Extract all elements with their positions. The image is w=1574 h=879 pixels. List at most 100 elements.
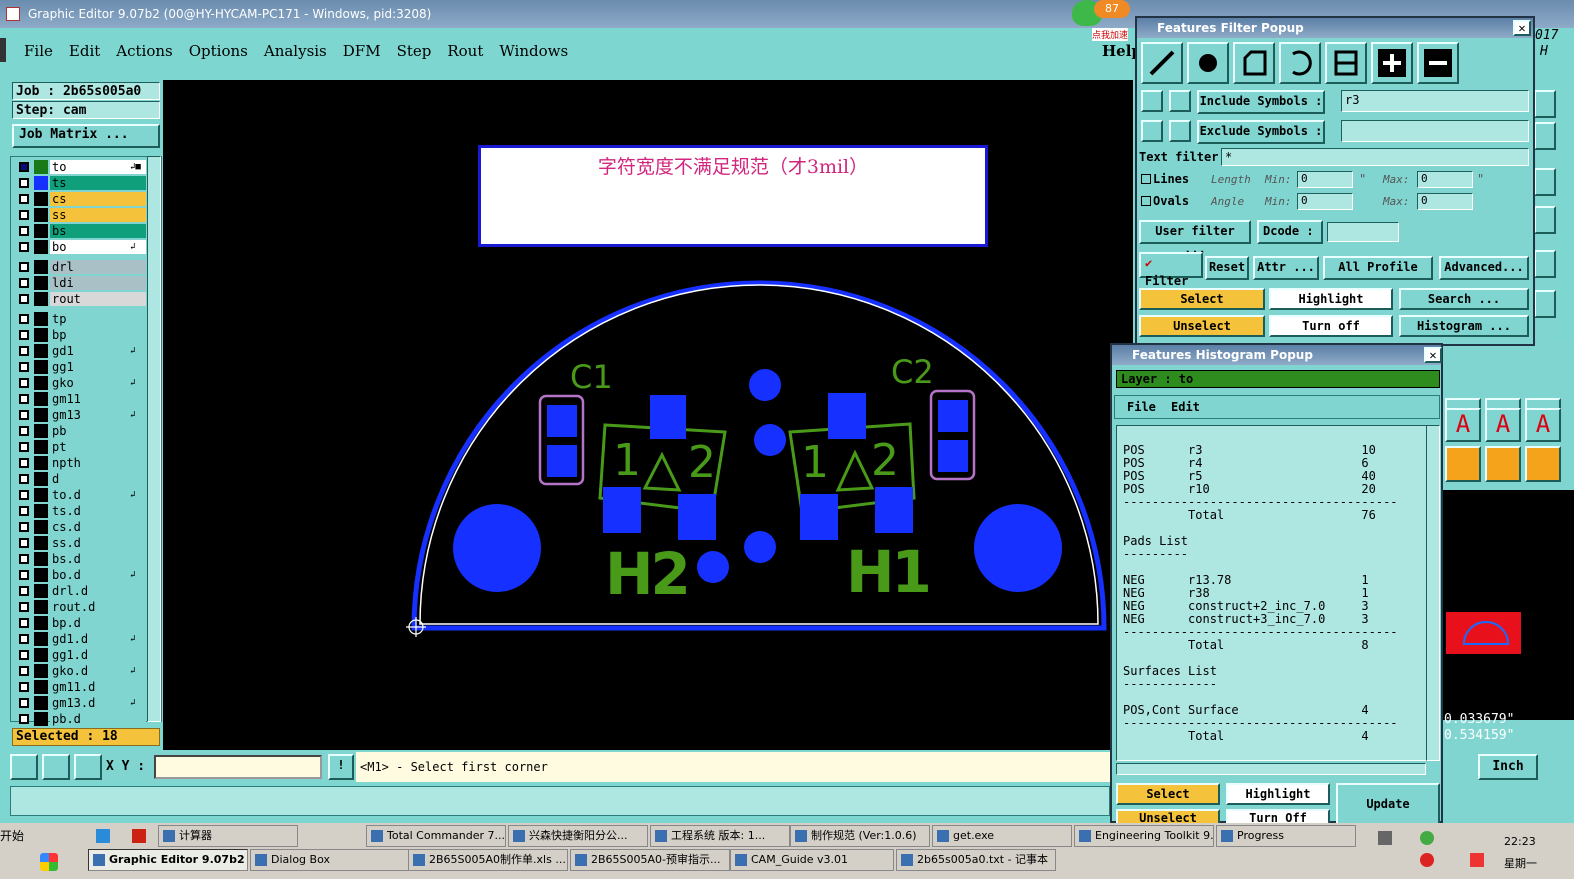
layer-row[interactable]: ss (14, 208, 164, 222)
advanced-button[interactable]: Advanced... (1439, 256, 1529, 280)
hist-highlight-button[interactable]: Highlight (1226, 783, 1330, 805)
text-a2-icon[interactable]: A (1485, 408, 1521, 442)
filter-highlight-button[interactable]: Highlight (1269, 288, 1393, 310)
menu-edit[interactable]: Edit (61, 28, 108, 74)
layer-row[interactable]: to.d ↲ (14, 488, 164, 502)
layer-row[interactable]: ss.d (14, 536, 164, 550)
layer-checkbox[interactable] (19, 650, 29, 660)
layer-row[interactable]: ldi (14, 276, 164, 290)
layer-row[interactable]: ts (14, 176, 164, 190)
layer-row[interactable]: pb (14, 424, 164, 438)
include-pick2-icon[interactable] (1169, 90, 1191, 112)
hist-close-button[interactable]: ✕ (1424, 347, 1442, 363)
pointer2-icon[interactable] (1485, 446, 1521, 482)
hist-menu-edit[interactable]: Edit (1171, 400, 1200, 414)
layer-row[interactable]: cs (14, 192, 164, 206)
layer-row[interactable]: gko.d ↲ (14, 664, 164, 678)
menu-rout[interactable]: Rout (439, 28, 491, 74)
layer-checkbox[interactable] (19, 362, 29, 372)
menu-analysis[interactable]: Analysis (256, 28, 335, 74)
taskbar-item[interactable]: CAM_Guide v3.01 (730, 849, 894, 871)
windows-logo-icon[interactable] (40, 853, 58, 871)
copy-icon[interactable] (1534, 122, 1556, 150)
menu-windows[interactable]: Windows (491, 28, 576, 74)
layer-checkbox[interactable] (19, 314, 29, 324)
layer-checkbox[interactable] (19, 602, 29, 612)
text-filter-input[interactable]: * (1221, 148, 1529, 166)
graphic-canvas[interactable]: 字符宽度不满足规范（才3mil） C1 C2 H2 H1 1 2 1 2 (163, 80, 1133, 750)
filter-close-button[interactable]: ✕ (1513, 20, 1531, 36)
taskbar-item[interactable]: 2B65S005A0-预审指示... (570, 849, 730, 871)
layer-checkbox[interactable] (19, 162, 29, 172)
start-button[interactable]: 开始 (0, 827, 24, 844)
layer-checkbox[interactable] (19, 554, 29, 564)
record-icon[interactable] (1534, 250, 1556, 278)
clock-time[interactable]: 22:23 (1504, 835, 1536, 848)
layer-row[interactable]: bs.d (14, 552, 164, 566)
angle-min-input[interactable]: 0 (1297, 193, 1353, 210)
layer-checkbox[interactable] (19, 210, 29, 220)
layer-checkbox[interactable] (19, 458, 29, 468)
line-symbol-icon[interactable] (1141, 42, 1183, 84)
layer-row[interactable]: gm13 ↲ (14, 408, 164, 422)
layer-row[interactable]: bp (14, 328, 164, 342)
speed-badge[interactable]: 87 点我加速 (1068, 0, 1138, 42)
minus-icon[interactable] (1417, 42, 1459, 84)
layer-checkbox[interactable] (19, 506, 29, 516)
layer-row[interactable]: d (14, 472, 164, 486)
menu-actions[interactable]: Actions (108, 28, 180, 74)
layer-checkbox[interactable] (19, 410, 29, 420)
layer-row[interactable]: npth (14, 456, 164, 470)
layer-checkbox[interactable] (19, 278, 29, 288)
taskbar-item[interactable]: Engineering Toolkit 9.... (1074, 825, 1214, 847)
layer-checkbox[interactable] (19, 178, 29, 188)
units-dropdown[interactable]: Inch (1478, 754, 1538, 780)
layer-row[interactable]: gm11 (14, 392, 164, 406)
layer-row[interactable]: bo ↲ (14, 240, 164, 254)
layer-row[interactable]: gg1 (14, 360, 164, 374)
hist-select-button[interactable]: Select (1116, 783, 1220, 805)
hist-hscrollbar[interactable] (1116, 763, 1426, 775)
taskbar-item[interactable]: 2B65S005A0制作单.xls ... (408, 849, 568, 871)
exclude-pick-icon[interactable] (1141, 120, 1163, 142)
layer-checkbox[interactable] (19, 262, 29, 272)
layer-checkbox[interactable] (19, 474, 29, 484)
layer-checkbox[interactable] (19, 714, 29, 724)
info-icon[interactable]: ! (328, 754, 354, 780)
tray-icon-2[interactable] (1420, 831, 1434, 845)
taskbar-item[interactable]: 计算器 (158, 825, 298, 847)
tray-icon-3[interactable] (1420, 853, 1434, 867)
layer-row[interactable]: gd1 ↲ (14, 344, 164, 358)
tray-icon-4[interactable] (1470, 853, 1484, 867)
menu-file[interactable]: File (16, 28, 61, 74)
taskbar-item[interactable]: Dialog Box (250, 849, 410, 871)
layer-row[interactable]: cs.d (14, 520, 164, 534)
layer-row[interactable]: rout (14, 292, 164, 306)
layer-checkbox[interactable] (19, 194, 29, 204)
layer-row[interactable]: bs (14, 224, 164, 238)
plus-icon[interactable] (1371, 42, 1413, 84)
help-icon[interactable] (1534, 168, 1556, 196)
include-pick-icon[interactable] (1141, 90, 1163, 112)
taskbar-item[interactable]: 工程系统 版本: 1... (650, 825, 790, 847)
layer-checkbox[interactable] (19, 346, 29, 356)
layer-checkbox[interactable] (19, 378, 29, 388)
hist-menu-file[interactable]: File (1127, 400, 1156, 414)
menu-dfm[interactable]: DFM (335, 28, 389, 74)
pointer-icon[interactable] (1445, 446, 1481, 482)
filter-unselect-button[interactable]: Unselect (1139, 315, 1265, 337)
taskbar-item[interactable]: 兴森快捷衡阳分公... (508, 825, 648, 847)
layer-row[interactable]: pt (14, 440, 164, 454)
measure-tool-icon[interactable] (42, 754, 70, 780)
layer-row[interactable]: bo.d ↲ (14, 568, 164, 582)
layer-checkbox[interactable] (19, 682, 29, 692)
scroll-icon[interactable] (1534, 90, 1556, 118)
layer-checkbox[interactable] (19, 226, 29, 236)
layer-checkbox[interactable] (19, 538, 29, 548)
layer-checkbox[interactable] (19, 242, 29, 252)
layer-checkbox[interactable] (19, 442, 29, 452)
layer-row[interactable]: tp (14, 312, 164, 326)
length-max-input[interactable]: 0 (1417, 171, 1473, 188)
taskbar-item[interactable]: Progress (1216, 825, 1356, 847)
menu-step[interactable]: Step (389, 28, 440, 74)
